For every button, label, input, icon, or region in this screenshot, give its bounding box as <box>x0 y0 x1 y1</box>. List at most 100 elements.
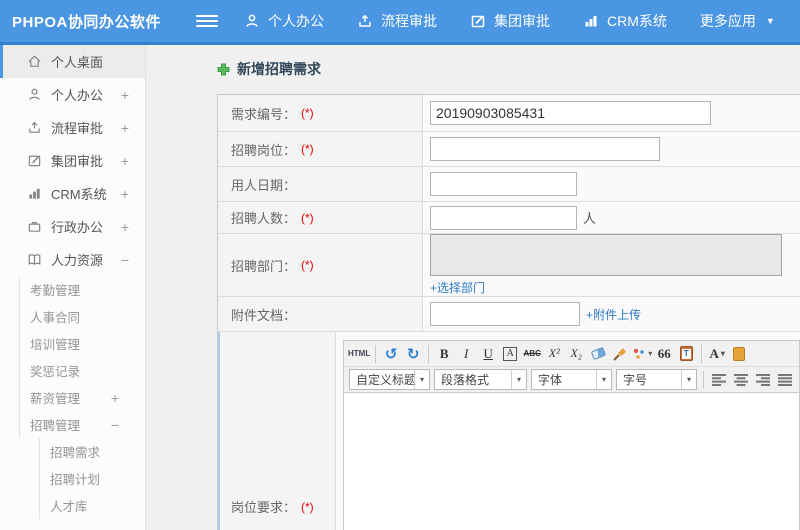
hamburger-icon[interactable] <box>196 15 218 27</box>
required-mark: (*) <box>301 258 314 272</box>
rich-text-editor: HTML ↺ ↻ B I U A ABC X² X₂ ▾ 66 T A ▾ 自定… <box>343 340 800 530</box>
strikethrough-button[interactable]: ABC <box>522 344 542 364</box>
user-icon <box>246 14 258 27</box>
app-logo: PHPOA协同办公软件 <box>12 13 161 31</box>
page-header: 新增招聘需求 <box>217 59 800 79</box>
align-center-icon <box>734 373 748 386</box>
align-left-icon <box>712 373 726 386</box>
italic-button[interactable]: I <box>456 344 476 364</box>
sidebar-item-recruit-mgmt[interactable]: 招聘管理 − <box>19 411 145 438</box>
nav-item-flow-approval[interactable]: 流程审批 <box>357 11 437 31</box>
sidebar-item-talent-pool[interactable]: 人才库 <box>39 492 145 519</box>
app-window: PHPOA协同办公软件 个人办公 流程审批 集团审批 CRM系统 更多应用 ▼ <box>0 0 800 530</box>
sidebar-item-label: 考勤管理 <box>30 284 81 298</box>
briefcase-icon <box>28 221 41 232</box>
redo-button[interactable]: ↻ <box>403 344 423 364</box>
headcount-input[interactable] <box>430 205 577 230</box>
sidebar-item-recruit-demand[interactable]: 招聘需求 <box>39 438 145 465</box>
expand-toggle[interactable]: + <box>121 219 129 235</box>
sidebar-item-label: 招聘管理 <box>30 419 81 433</box>
flow-approval-icon <box>29 121 40 133</box>
field-label: 岗位要求： <box>231 500 297 515</box>
collapse-toggle[interactable]: − <box>111 417 119 433</box>
sidebar-item-flow-approval[interactable]: 流程审批 + <box>0 111 145 144</box>
justify-button[interactable] <box>775 370 795 390</box>
home-icon <box>28 55 41 67</box>
form-row-hire-date: 用人日期： <box>218 166 800 201</box>
font-family-dropdown[interactable]: 字体 ▾ <box>531 369 612 390</box>
superscript-button[interactable]: X² <box>544 344 564 364</box>
paste-as-text-button[interactable]: T <box>676 344 696 364</box>
nav-item-group-approval[interactable]: 集团审批 <box>470 11 550 31</box>
sidebar-item-recruit-plan[interactable]: 招聘计划 <box>39 465 145 492</box>
sidebar-item-attendance[interactable]: 考勤管理 <box>19 276 145 303</box>
bold-button[interactable]: B <box>434 344 454 364</box>
sidebar-item-personal-desktop[interactable]: 个人桌面 <box>0 45 145 78</box>
caret-down-icon: ▼ <box>765 16 775 26</box>
demand-number-input[interactable] <box>430 101 711 125</box>
expand-toggle[interactable]: + <box>121 186 129 202</box>
sidebar-item-group-approval[interactable]: 集团审批 + <box>0 144 145 177</box>
sidebar-item-label: 培训管理 <box>30 338 81 352</box>
custom-title-dropdown[interactable]: 自定义标题 ▾ <box>349 369 430 390</box>
paragraph-format-dropdown[interactable]: 段落格式 ▾ <box>434 369 527 390</box>
font-color-button[interactable]: A ▾ <box>707 344 727 364</box>
required-mark: (*) <box>301 499 314 514</box>
subscript-button[interactable]: X₂ <box>566 344 586 364</box>
form-row-position: 招聘岗位： (*) <box>218 131 800 166</box>
field-label: 招聘岗位： <box>231 142 297 158</box>
attachment-input[interactable] <box>430 302 580 326</box>
undo-button[interactable]: ↺ <box>381 344 401 364</box>
remove-format-button[interactable] <box>588 344 608 364</box>
nav-item-label: 个人办公 <box>268 13 324 29</box>
highlight-color-button[interactable] <box>729 344 749 364</box>
expand-toggle[interactable]: + <box>111 390 119 406</box>
html-source-button[interactable]: HTML <box>348 344 370 364</box>
attachment-upload-link[interactable]: +附件上传 <box>586 306 641 323</box>
sidebar-item-admin-office[interactable]: 行政办公 + <box>0 210 145 243</box>
clear-format-button[interactable] <box>610 344 630 364</box>
sidebar-item-personal-office[interactable]: 个人办公 + <box>0 78 145 111</box>
toolbar-separator <box>428 344 430 363</box>
select-department-link[interactable]: +选择部门 <box>430 279 485 296</box>
font-style-button[interactable]: A <box>500 344 520 364</box>
sidebar-item-label: 人事合同 <box>30 311 81 325</box>
department-box[interactable] <box>430 234 782 276</box>
form-row-department: 招聘部门： (*) +选择部门 <box>218 233 800 296</box>
align-left-button[interactable] <box>709 370 729 390</box>
editor-content-area[interactable] <box>344 393 799 530</box>
sidebar-item-rewards[interactable]: 奖惩记录 <box>19 357 145 384</box>
sidebar-item-hr-contract[interactable]: 人事合同 <box>19 303 145 330</box>
eraser-icon <box>590 346 606 361</box>
blockquote-button[interactable]: 66 <box>654 344 674 364</box>
toolbar-separator <box>701 344 703 363</box>
hire-date-input[interactable] <box>430 172 577 196</box>
position-input[interactable] <box>430 137 660 161</box>
edit-approval-icon <box>28 155 41 167</box>
form-row-requirements: 岗位要求： (*) HTML ↺ ↻ B I U A ABC X² X₂ ▾ 6… <box>218 331 800 530</box>
form-row-headcount: 招聘人数： (*) 人 <box>218 201 800 233</box>
sidebar-item-training[interactable]: 培训管理 <box>19 330 145 357</box>
editor-toolbar-row2: 自定义标题 ▾ 段落格式 ▾ 字体 ▾ 字号 ▾ <box>344 367 799 393</box>
expand-toggle[interactable]: + <box>121 87 129 103</box>
field-label: 需求编号： <box>231 106 297 122</box>
nav-item-personal-office[interactable]: 个人办公 <box>244 11 324 31</box>
sidebar-item-salary[interactable]: 薪资管理 + <box>19 384 145 411</box>
collapse-toggle[interactable]: − <box>121 252 129 268</box>
align-center-button[interactable] <box>731 370 751 390</box>
align-right-button[interactable] <box>753 370 773 390</box>
quick-format-button[interactable]: ▾ <box>632 344 652 364</box>
unit-suffix: 人 <box>583 211 597 226</box>
sidebar-item-label: 薪资管理 <box>30 392 81 406</box>
sidebar-item-hr[interactable]: 人力资源 − <box>0 243 145 276</box>
expand-toggle[interactable]: + <box>121 153 129 169</box>
nav-item-more-apps[interactable]: 更多应用 ▼ <box>700 11 775 31</box>
expand-toggle[interactable]: + <box>121 120 129 136</box>
sidebar-item-crm[interactable]: CRM系统 + <box>0 177 145 210</box>
book-icon <box>28 254 41 266</box>
underline-button[interactable]: U <box>478 344 498 364</box>
required-mark: (*) <box>301 106 314 120</box>
sidebar-item-label: 奖惩记录 <box>30 365 81 379</box>
nav-item-crm[interactable]: CRM系统 <box>583 11 667 31</box>
font-size-dropdown[interactable]: 字号 ▾ <box>616 369 697 390</box>
